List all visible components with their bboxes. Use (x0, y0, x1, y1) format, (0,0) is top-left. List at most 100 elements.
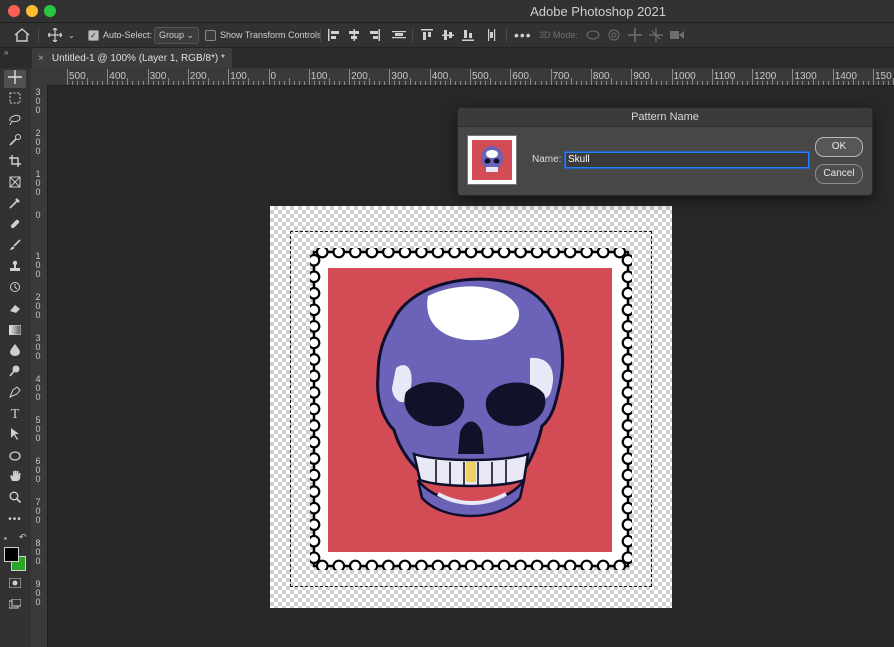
stamp-perforation (310, 270, 321, 284)
history-brush-tool-icon[interactable] (4, 280, 26, 298)
distribute-icon[interactable] (392, 23, 406, 47)
stamp-perforation (415, 248, 428, 259)
eraser-tool-icon[interactable] (4, 301, 26, 319)
edit-toolbar-icon[interactable]: ••• (4, 511, 26, 529)
frame-tool-icon[interactable] (4, 175, 26, 193)
foreground-color-swatch[interactable] (4, 547, 19, 562)
ruler-minor-tick (379, 81, 381, 85)
auto-select-label: Auto-Select: (103, 30, 153, 40)
pan-3d-icon (628, 23, 642, 47)
align-center-icon[interactable] (348, 23, 360, 47)
stamp-perforation (381, 248, 395, 259)
stamp-perforation (621, 402, 632, 416)
path-selection-tool-icon[interactable] (4, 427, 26, 445)
ruler-origin[interactable] (31, 68, 48, 86)
ruler-minor-tick (621, 81, 623, 85)
tools-panel: T ••• ▪ ↶ (0, 68, 32, 647)
screen-mode-icon[interactable] (4, 596, 26, 614)
dodge-tool-icon[interactable] (4, 364, 26, 382)
stamp-perforation (530, 248, 544, 259)
stamp-perforation (431, 248, 445, 259)
home-icon[interactable] (14, 23, 30, 47)
ruler-major-tick (107, 69, 109, 85)
title-bar: Adobe Photoshop 2021 (0, 0, 894, 23)
ruler-minor-tick (223, 81, 225, 85)
vertical-ruler[interactable]: 3002001000100200300400500600700800900 (31, 85, 48, 647)
hand-tool-icon[interactable] (4, 469, 26, 487)
ruler-minor-tick (585, 81, 587, 85)
minimize-window-button[interactable] (26, 5, 38, 17)
close-icon[interactable]: × (38, 53, 44, 64)
ruler-minor-tick (233, 81, 235, 85)
marquee-tool-icon[interactable] (4, 91, 26, 109)
align-middle-icon[interactable] (442, 23, 454, 47)
healing-brush-tool-icon[interactable] (4, 217, 26, 235)
stamp-perforation (365, 559, 379, 570)
auto-select-toggle[interactable]: ✓ Auto-Select: (88, 23, 152, 47)
ruler-minor-tick (152, 81, 154, 85)
close-window-button[interactable] (8, 5, 20, 17)
ruler-minor-tick (92, 81, 94, 85)
quick-selection-tool-icon[interactable] (4, 133, 26, 151)
align-bottom-icon[interactable] (462, 23, 474, 47)
ruler-minor-tick (157, 81, 159, 85)
brush-tool-icon[interactable] (4, 238, 26, 256)
clone-stamp-tool-icon[interactable] (4, 259, 26, 277)
align-top-icon[interactable] (421, 23, 433, 47)
ruler-minor-tick (847, 81, 849, 85)
ruler-label: 0 (35, 515, 41, 525)
stamp-perforation (348, 248, 362, 259)
ruler-major-tick (590, 69, 592, 85)
blur-tool-icon[interactable] (4, 343, 26, 361)
ok-button[interactable]: OK (815, 137, 863, 157)
ruler-minor-tick (414, 81, 416, 85)
quick-mask-icon[interactable] (4, 575, 26, 593)
zoom-window-button[interactable] (44, 5, 56, 17)
ruler-minor-tick (480, 81, 482, 85)
ruler-minor-tick (782, 81, 784, 85)
ruler-minor-tick (197, 81, 199, 85)
default-colors-icon[interactable]: ▪ (4, 534, 7, 543)
move-tool-icon[interactable] (4, 70, 26, 88)
swap-colors-icon[interactable]: ↶ (19, 532, 27, 543)
ruler-minor-tick (172, 81, 174, 85)
move-tool-preset-icon[interactable]: ⌄ (48, 23, 75, 47)
cancel-button[interactable]: Cancel (815, 164, 863, 184)
auto-select-checkbox[interactable]: ✓ (88, 29, 99, 41)
stamp-perforation (613, 248, 627, 259)
type-tool-icon[interactable]: T (4, 406, 26, 424)
ruler-minor-tick (701, 81, 703, 85)
ruler-major-tick (671, 69, 673, 85)
eyedropper-tool-icon[interactable] (4, 196, 26, 214)
zoom-tool-icon[interactable] (4, 490, 26, 508)
ruler-minor-tick (545, 81, 547, 85)
stamp-perforation (621, 270, 632, 284)
ruler-minor-tick (142, 81, 144, 85)
more-options-icon[interactable]: ••• (514, 23, 532, 47)
stamp-perforation (448, 248, 461, 259)
align-left-icon[interactable] (328, 23, 340, 47)
collapse-panel-icon[interactable]: » (4, 48, 8, 57)
ellipse-tool-icon[interactable] (4, 448, 26, 466)
pen-tool-icon[interactable] (4, 385, 26, 403)
gradient-tool-icon[interactable] (4, 322, 26, 340)
pattern-name-input[interactable]: Skull (565, 152, 809, 168)
distribute-vertical-icon[interactable] (486, 23, 498, 47)
ruler-minor-tick (459, 81, 461, 85)
show-transform-toggle[interactable]: Show Transform Controls (205, 23, 322, 47)
ruler-minor-tick (328, 78, 330, 85)
auto-select-target-dropdown[interactable]: Group ⌄ (154, 26, 200, 44)
horizontal-ruler[interactable]: 500 400 300 200 100 0 100 200 300 400 500 600 700 800… (47, 68, 894, 86)
crop-tool-icon[interactable] (4, 154, 26, 172)
ruler-major-tick (711, 69, 713, 85)
lasso-tool-icon[interactable] (4, 112, 26, 130)
ruler-minor-tick (867, 81, 869, 85)
show-transform-checkbox[interactable] (205, 29, 216, 41)
ruler-minor-tick (676, 81, 678, 85)
document-canvas[interactable] (270, 206, 672, 608)
align-right-icon[interactable] (368, 23, 380, 47)
document-tab[interactable]: × Untitled-1 @ 100% (Layer 1, RGB/8*) * (32, 48, 232, 68)
stamp-perforation (621, 319, 632, 333)
ruler-minor-tick (777, 81, 779, 85)
stamp-perforation (310, 303, 321, 317)
